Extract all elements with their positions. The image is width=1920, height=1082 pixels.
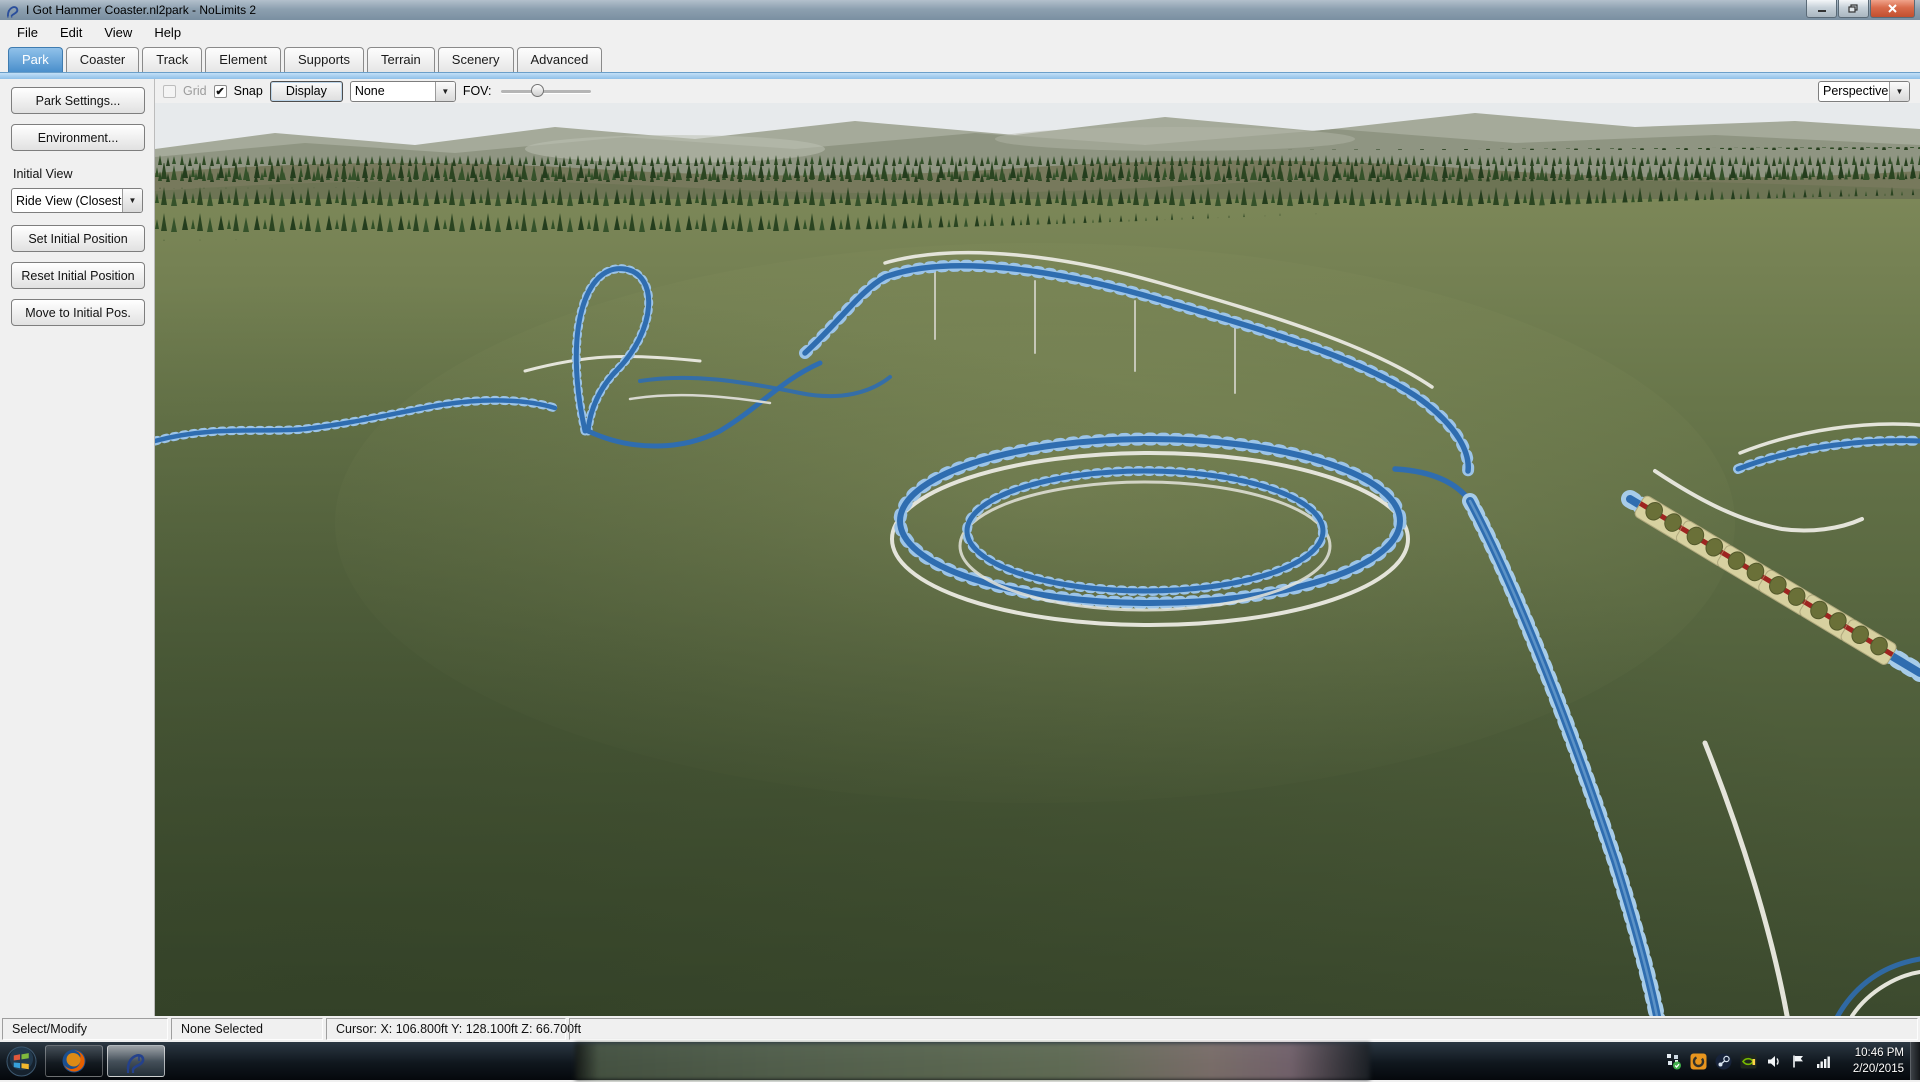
restore-button[interactable]	[1838, 0, 1869, 18]
snap-checkbox[interactable]: ✔	[214, 85, 227, 98]
menu-view[interactable]: View	[93, 22, 143, 43]
snap-label: Snap	[234, 84, 263, 98]
menu-edit[interactable]: Edit	[49, 22, 93, 43]
fov-label: FOV:	[463, 84, 492, 98]
move-to-initial-pos-button[interactable]: Move to Initial Pos.	[11, 299, 145, 326]
park-side-panel: Park Settings... Environment... Initial …	[0, 79, 155, 1016]
minimize-button[interactable]	[1806, 0, 1837, 18]
tab-track[interactable]: Track	[142, 47, 202, 72]
antivirus-orange-icon[interactable]	[1690, 1053, 1707, 1070]
window-title: I Got Hammer Coaster.nl2park - NoLimits …	[26, 3, 256, 17]
tab-park[interactable]: Park	[8, 47, 63, 72]
tab-advanced[interactable]: Advanced	[517, 47, 603, 72]
tab-accent-line	[0, 72, 1920, 79]
firefox-icon	[61, 1048, 87, 1074]
restore-icon	[1848, 4, 1859, 14]
menu-help[interactable]: Help	[143, 22, 192, 43]
tab-coaster[interactable]: Coaster	[66, 47, 140, 72]
status-empty	[569, 1018, 1918, 1040]
close-icon	[1887, 3, 1898, 14]
taskbar-aero-glass	[575, 1043, 1370, 1080]
network-signal-icon[interactable]	[1815, 1053, 1832, 1070]
status-selection: None Selected	[171, 1018, 323, 1040]
chevron-down-icon[interactable]: ▼	[1889, 82, 1909, 101]
status-bar: Select/Modify None Selected Cursor: X: 1…	[0, 1016, 1920, 1042]
display-mode-value: None	[351, 82, 435, 101]
set-initial-position-button[interactable]: Set Initial Position	[11, 225, 145, 252]
system-tray	[1665, 1042, 1832, 1080]
projection-value: Perspective	[1819, 82, 1889, 101]
nolimits-coaster-icon	[123, 1048, 149, 1074]
steam-icon[interactable]	[1715, 1053, 1732, 1070]
close-button[interactable]	[1870, 0, 1915, 18]
menu-file[interactable]: File	[6, 22, 49, 43]
chevron-down-icon[interactable]: ▼	[122, 189, 142, 212]
windows-logo-icon	[6, 1046, 37, 1077]
nvidia-icon[interactable]	[1740, 1053, 1757, 1070]
show-desktop-button[interactable]	[1910, 1042, 1920, 1080]
tab-element[interactable]: Element	[205, 47, 281, 72]
sync-check-icon[interactable]	[1665, 1053, 1682, 1070]
viewport-3d-scene[interactable]	[155, 103, 1920, 1016]
title-bar: I Got Hammer Coaster.nl2park - NoLimits …	[0, 0, 1920, 20]
reset-initial-position-button[interactable]: Reset Initial Position	[11, 262, 145, 289]
taskbar-clock[interactable]: 10:46 PM 2/20/2015	[1853, 1045, 1904, 1077]
initial-view-label: Initial View	[13, 167, 143, 181]
status-cursor-coordinates: Cursor: X: 106.800ft Y: 128.100ft Z: 66.…	[326, 1018, 566, 1040]
app-coaster-icon	[6, 3, 21, 18]
fov-slider-thumb[interactable]	[531, 84, 544, 97]
fov-slider[interactable]	[501, 84, 591, 98]
environment-button[interactable]: Environment...	[11, 124, 145, 151]
initial-view-value: Ride View (Closest	[12, 189, 122, 212]
fov-slider-groove	[501, 90, 591, 93]
chevron-down-icon[interactable]: ▼	[435, 82, 455, 101]
grid-label: Grid	[183, 84, 207, 98]
minimize-icon	[1817, 4, 1827, 14]
viewport-toolbar: Grid ✔ Snap Display None ▼ FOV: Perspect…	[155, 79, 1920, 103]
tab-terrain[interactable]: Terrain	[367, 47, 435, 72]
firefox-taskbar-button[interactable]	[45, 1045, 103, 1077]
display-button[interactable]: Display	[270, 81, 343, 102]
display-mode-dropdown[interactable]: None ▼	[350, 81, 456, 102]
clock-date: 2/20/2015	[1853, 1061, 1904, 1077]
volume-icon[interactable]	[1765, 1053, 1782, 1070]
initial-view-dropdown[interactable]: Ride View (Closest ▼	[11, 188, 143, 213]
editor-tabs: Park Coaster Track Element Supports Terr…	[0, 45, 1920, 72]
grid-checkbox[interactable]	[163, 85, 176, 98]
start-button[interactable]	[6, 1046, 37, 1077]
tab-supports[interactable]: Supports	[284, 47, 364, 72]
status-mode: Select/Modify	[2, 1018, 168, 1040]
nolimits-taskbar-button[interactable]	[107, 1045, 165, 1077]
menu-bar: File Edit View Help	[0, 20, 1920, 45]
projection-dropdown[interactable]: Perspective ▼	[1818, 81, 1910, 102]
park-settings-button[interactable]: Park Settings...	[11, 87, 145, 114]
tab-scenery[interactable]: Scenery	[438, 47, 514, 72]
terrain	[155, 103, 1920, 1016]
windows-taskbar: 10:46 PM 2/20/2015	[0, 1042, 1920, 1080]
action-center-flag-icon[interactable]	[1790, 1053, 1807, 1070]
clock-time: 10:46 PM	[1853, 1045, 1904, 1061]
